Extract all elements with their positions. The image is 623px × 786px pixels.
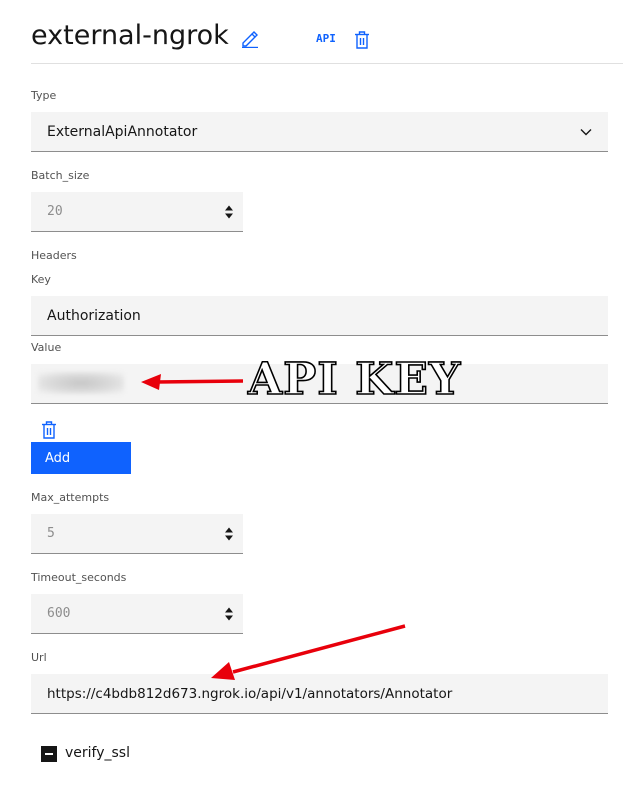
batch-size-value: 20 — [47, 204, 63, 219]
max-attempts-input[interactable]: 5 — [31, 514, 243, 554]
edit-icon[interactable] — [240, 29, 260, 49]
caret-down-icon[interactable] — [225, 213, 233, 218]
header-key-input[interactable]: Authorization — [31, 296, 608, 336]
type-label: Type — [31, 89, 57, 102]
type-select-value: ExternalApiAnnotator — [47, 123, 198, 140]
key-label: Key — [31, 273, 51, 286]
annotation-api-key-text: API KEY — [247, 353, 462, 406]
number-stepper[interactable] — [225, 205, 233, 218]
caret-up-icon[interactable] — [225, 607, 233, 612]
remove-header-trash-icon[interactable] — [40, 421, 58, 439]
value-label: Value — [31, 341, 62, 354]
batch-size-input[interactable]: 20 — [31, 192, 243, 232]
annotation-arrow-url — [211, 624, 406, 680]
timeout-seconds-value: 600 — [47, 606, 71, 621]
header-divider — [31, 63, 623, 64]
url-label: Url — [31, 651, 47, 664]
chevron-down-icon — [580, 124, 592, 140]
url-value: https://c4bdb812d673.ngrok.io/api/v1/ann… — [47, 685, 453, 702]
type-select[interactable]: ExternalApiAnnotator — [31, 112, 608, 152]
timeout-seconds-label: Timeout_seconds — [31, 571, 127, 584]
verify-ssl-label: verify_ssl — [65, 745, 130, 761]
caret-down-icon[interactable] — [225, 535, 233, 540]
api-button[interactable]: API — [316, 32, 336, 45]
page-title: external-ngrok — [31, 20, 229, 51]
trash-icon[interactable] — [352, 30, 372, 50]
caret-up-icon[interactable] — [225, 205, 233, 210]
number-stepper[interactable] — [225, 527, 233, 540]
annotation-arrow-api-key — [141, 374, 244, 390]
indeterminate-dash-icon — [45, 753, 53, 755]
max-attempts-label: Max_attempts — [31, 491, 110, 504]
number-stepper[interactable] — [225, 607, 233, 620]
header-key-value: Authorization — [47, 307, 141, 324]
redacted-api-key — [38, 372, 124, 394]
headers-label: Headers — [31, 249, 77, 262]
add-header-button[interactable]: Add — [31, 442, 131, 474]
verify-ssl-checkbox[interactable] — [41, 746, 57, 762]
max-attempts-value: 5 — [47, 526, 55, 541]
batch-size-label: Batch_size — [31, 169, 90, 182]
caret-up-icon[interactable] — [225, 527, 233, 532]
